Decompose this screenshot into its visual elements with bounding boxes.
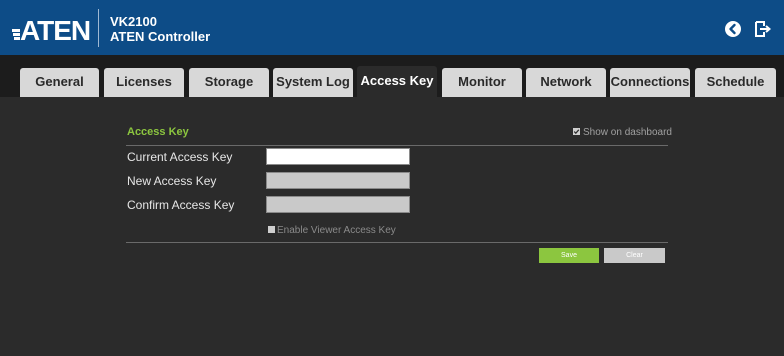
checkbox-checked-icon bbox=[573, 129, 580, 135]
section-title: Access Key bbox=[127, 126, 189, 138]
current-key-input[interactable] bbox=[266, 148, 410, 165]
logo-text: ATEN bbox=[20, 15, 90, 44]
clear-button[interactable]: Clear bbox=[604, 248, 665, 263]
show-on-dashboard-checkbox[interactable] bbox=[573, 128, 580, 135]
app-header: ATEN VK2100 ATEN Controller bbox=[0, 0, 784, 55]
show-on-dashboard-label: Show on dashboard bbox=[583, 127, 672, 138]
model-name: VK2100 bbox=[110, 14, 157, 29]
tab-network[interactable]: Network bbox=[526, 68, 606, 97]
new-key-label: New Access Key bbox=[127, 174, 217, 188]
section-divider-top bbox=[126, 145, 668, 146]
tab-bar: General Licenses Storage System Log Acce… bbox=[0, 55, 784, 97]
header-divider bbox=[98, 9, 99, 47]
tab-monitor[interactable]: Monitor bbox=[442, 68, 522, 97]
tab-general[interactable]: General bbox=[20, 68, 99, 97]
logout-icon[interactable] bbox=[753, 20, 771, 38]
tab-system-log[interactable]: System Log bbox=[273, 68, 353, 97]
new-key-input[interactable] bbox=[266, 172, 410, 189]
back-circle-icon bbox=[729, 23, 736, 35]
enable-viewer-label: Enable Viewer Access Key bbox=[277, 225, 396, 236]
enable-viewer-checkbox[interactable] bbox=[268, 226, 275, 233]
tab-schedule[interactable]: Schedule bbox=[695, 68, 776, 97]
section-divider-bottom bbox=[126, 242, 668, 243]
tab-licenses[interactable]: Licenses bbox=[104, 68, 184, 97]
current-key-label: Current Access Key bbox=[127, 150, 233, 164]
save-button[interactable]: Save bbox=[539, 248, 599, 263]
tab-access-key[interactable]: Access Key bbox=[357, 66, 437, 97]
product-name: ATEN Controller bbox=[110, 29, 211, 44]
aten-logo: ATEN bbox=[12, 15, 91, 44]
confirm-key-label: Confirm Access Key bbox=[127, 198, 235, 212]
tab-connections[interactable]: Connections bbox=[610, 68, 690, 97]
confirm-key-input[interactable] bbox=[266, 196, 410, 213]
tab-storage[interactable]: Storage bbox=[189, 68, 269, 97]
back-button[interactable] bbox=[725, 21, 741, 37]
